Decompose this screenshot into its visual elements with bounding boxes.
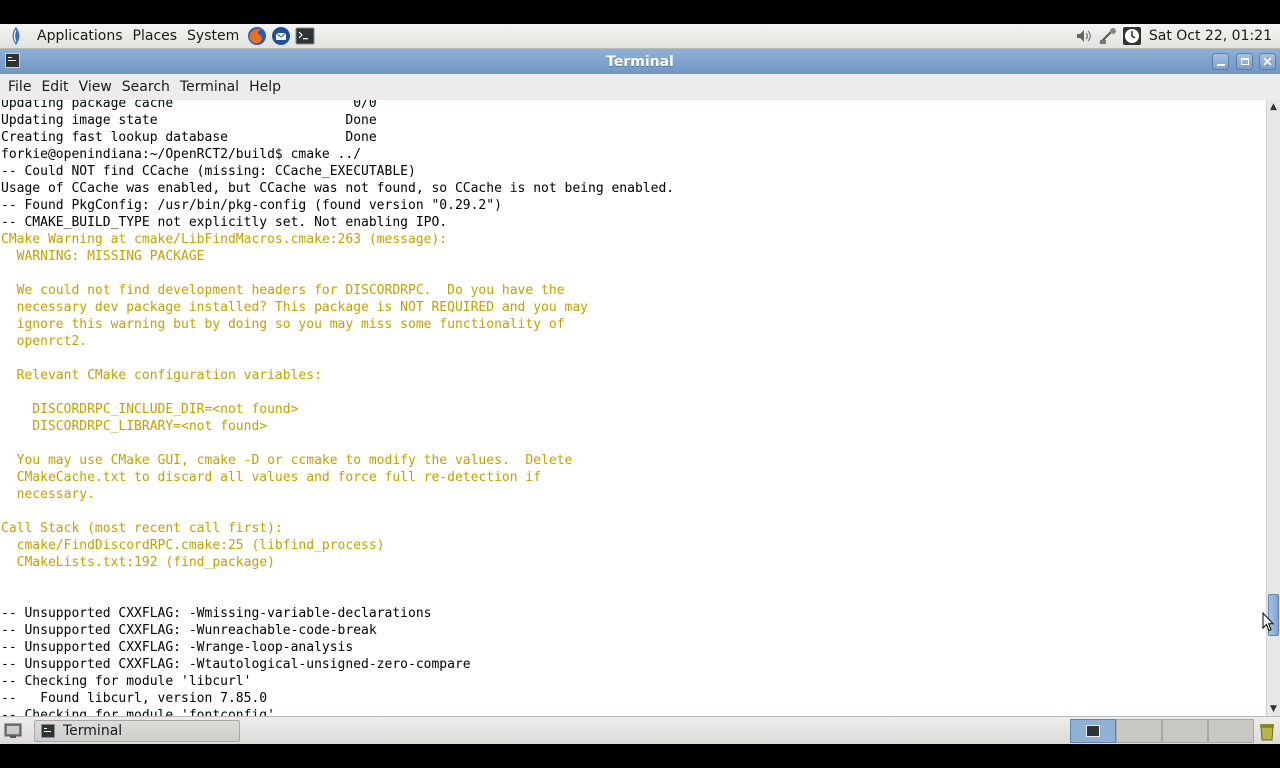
- menu-view[interactable]: View: [74, 74, 117, 100]
- terminal-lines: Updating package cache 0/0 Updating image…: [1, 100, 674, 716]
- terminal-line: CMakeCache.txt to discard all values and…: [1, 470, 542, 485]
- terminal-line: necessary.: [1, 487, 95, 502]
- window-titlebar[interactable]: Terminal: [0, 49, 1280, 74]
- workspace-1[interactable]: [1070, 718, 1116, 743]
- window-title: Terminal: [606, 53, 674, 70]
- terminal-launcher-icon[interactable]: [294, 25, 316, 47]
- terminal-line: ignore this warning but by doing so you …: [1, 317, 565, 332]
- firefox-icon[interactable]: [246, 25, 268, 47]
- terminal-line: -- Unsupported CXXFLAG: -Wtautological-u…: [1, 657, 471, 672]
- terminal-line: Relevant CMake configuration variables:: [1, 368, 322, 383]
- terminal-output[interactable]: Updating package cache 0/0 Updating image…: [0, 100, 1266, 716]
- menu-search[interactable]: Search: [117, 74, 175, 100]
- terminal-line: -- Unsupported CXXFLAG: -Wunreachable-co…: [1, 623, 377, 638]
- terminal-line: We could not find development headers fo…: [1, 283, 565, 298]
- terminal-line: -- Found PkgConfig: /usr/bin/pkg-config …: [1, 198, 502, 213]
- terminal-line: Updating image state Done: [1, 113, 377, 128]
- workspace-4[interactable]: [1208, 718, 1254, 743]
- taskbar-terminal-label: Terminal: [63, 722, 123, 739]
- workspace-window-icon: [1086, 724, 1100, 737]
- thunderbird-icon[interactable]: [270, 25, 292, 47]
- terminal-line: -- Checking for module 'libcurl': [1, 674, 252, 689]
- terminal-line: Creating fast lookup database Done: [1, 130, 377, 145]
- maximize-button[interactable]: [1236, 53, 1253, 70]
- terminal-line: forkie@openindiana:~/OpenRCT2/build$ cma…: [1, 147, 362, 162]
- show-desktop-icon[interactable]: [2, 720, 24, 742]
- terminal-line: -- Could NOT find CCache (missing: CCach…: [1, 164, 416, 179]
- terminal-line: -- Checking for module 'fontconfig': [1, 708, 275, 716]
- window-menubar: File Edit View Search Terminal Help: [0, 74, 1280, 101]
- menu-terminal[interactable]: Terminal: [175, 74, 244, 100]
- terminal-line: CMakeLists.txt:192 (find_package): [1, 555, 275, 570]
- system-tray: Sat Oct 22, 01:21: [1071, 24, 1280, 48]
- terminal-line: Call Stack (most recent call first):: [1, 521, 283, 536]
- top-panel: Applications Places System Sat Oct 22, 0…: [0, 24, 1280, 49]
- terminal-line: DISCORDRPC_INCLUDE_DIR=<not found>: [1, 402, 299, 417]
- clock-icon[interactable]: [1121, 25, 1143, 47]
- scroll-up-icon[interactable]: ▲: [1267, 100, 1280, 114]
- terminal-line: -- CMAKE_BUILD_TYPE not explicitly set. …: [1, 215, 448, 230]
- scroll-down-icon[interactable]: ▼: [1267, 702, 1280, 716]
- menu-help[interactable]: Help: [244, 74, 286, 100]
- clock-label[interactable]: Sat Oct 22, 01:21: [1143, 28, 1280, 44]
- taskbar-terminal-button[interactable]: Terminal: [34, 719, 240, 742]
- applications-menu[interactable]: Applications: [32, 24, 128, 48]
- system-menu[interactable]: System: [182, 24, 244, 48]
- minimize-button[interactable]: [1212, 53, 1229, 70]
- network-icon[interactable]: [1097, 25, 1119, 47]
- terminal-task-icon: [41, 723, 55, 738]
- terminal-line: DISCORDRPC_LIBRARY=<not found>: [1, 419, 268, 434]
- terminal-line: Updating package cache 0/0: [1, 100, 377, 111]
- terminal-line: -- Found libcurl, version 7.85.0: [1, 691, 268, 706]
- volume-icon[interactable]: [1073, 25, 1095, 47]
- workspace-3[interactable]: [1162, 718, 1208, 743]
- terminal-line: You may use CMake GUI, cmake -D or ccmak…: [1, 453, 573, 468]
- desktop-screen: Applications Places System Sat Oct 22, 0…: [0, 0, 1280, 768]
- close-button[interactable]: [1259, 53, 1276, 70]
- mouse-cursor-icon: [1262, 612, 1274, 632]
- workspace-2[interactable]: [1116, 718, 1162, 743]
- menu-file[interactable]: File: [3, 74, 36, 100]
- workspace-switcher: [1070, 718, 1254, 743]
- bottom-panel: Terminal: [0, 716, 1280, 744]
- terminal-line: -- Unsupported CXXFLAG: -Wmissing-variab…: [1, 606, 432, 621]
- terminal-line: necessary dev package installed? This pa…: [1, 300, 588, 315]
- openindiana-logo-icon[interactable]: [6, 26, 26, 46]
- terminal-line: openrct2.: [1, 334, 88, 349]
- terminal-line: -- Unsupported CXXFLAG: -Wrange-loop-ana…: [1, 640, 354, 655]
- minimize-icon: [1216, 63, 1225, 66]
- terminal-line: CMake Warning at cmake/LibFindMacros.cma…: [1, 232, 448, 247]
- maximize-icon: [1240, 58, 1249, 65]
- terminal-line: cmake/FindDiscordRPC.cmake:25 (libfind_p…: [1, 538, 385, 553]
- terminal-line: Usage of CCache was enabled, but CCache …: [1, 181, 675, 196]
- close-icon: [1263, 57, 1272, 66]
- terminal-line: WARNING: MISSING PACKAGE: [1, 249, 205, 264]
- trash-icon[interactable]: [1256, 720, 1278, 742]
- places-menu[interactable]: Places: [128, 24, 183, 48]
- menu-edit[interactable]: Edit: [36, 74, 73, 100]
